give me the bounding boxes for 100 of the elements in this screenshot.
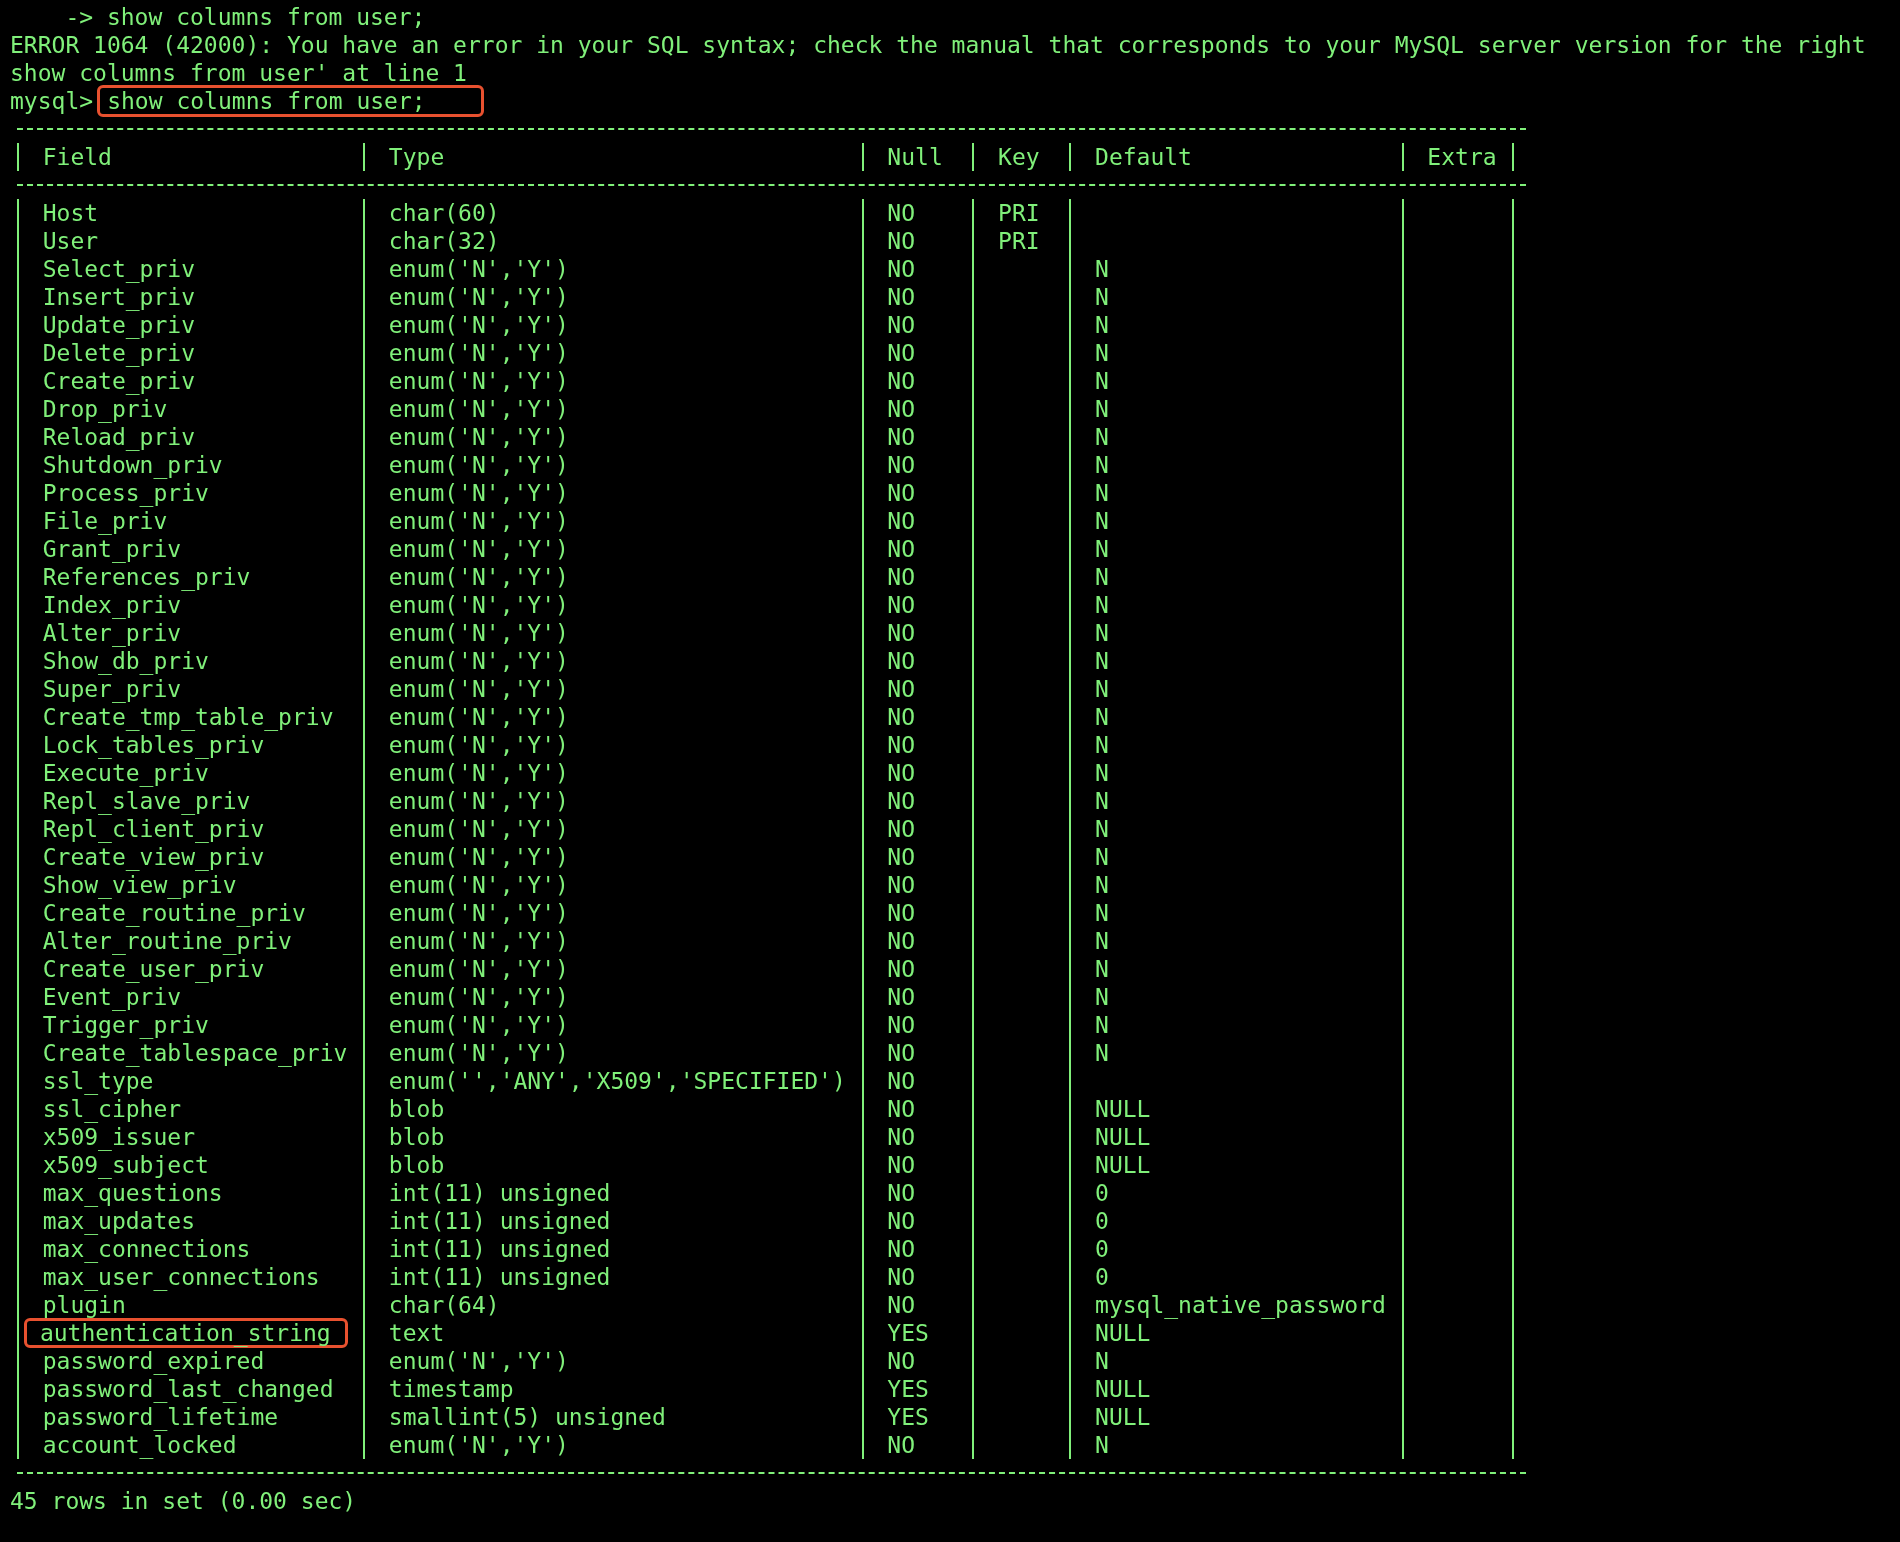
table-cell-text: N [1094, 395, 1110, 424]
table-cell-text: ssl_cipher [41, 1095, 183, 1124]
terminal-line: show columns from user' at line 1 [10, 59, 467, 87]
table-cell-text: NULL [1094, 1123, 1152, 1152]
table-cell-text: PRI [997, 227, 1041, 256]
table-cell-text: 0 [1094, 1263, 1110, 1292]
table-cell-text: NO [886, 955, 917, 984]
table-cell-text: N [1094, 619, 1110, 648]
table-cell-text: enum('N','Y') [387, 731, 570, 760]
table-cell-text: NO [886, 899, 917, 928]
table-cell-text: enum('','ANY','X509','SPECIFIED') [387, 1067, 847, 1096]
table-cell-text: N [1094, 255, 1110, 284]
table-cell-text: enum('N','Y') [387, 619, 570, 648]
table-cell-text: References_priv [41, 563, 252, 592]
table-cell-text: enum('N','Y') [387, 367, 570, 396]
table-cell-text: N [1094, 507, 1110, 536]
table-cell-text: N [1094, 311, 1110, 340]
table-cell-text: Create_tablespace_priv [41, 1039, 349, 1068]
table-cell-text: NO [886, 1067, 917, 1096]
table-cell-text: enum('N','Y') [387, 1039, 570, 1068]
table-cell-text: char(64) [387, 1291, 501, 1320]
table-cell-text: Execute_priv [41, 759, 210, 788]
table-cell-text: blob [387, 1095, 446, 1124]
table-cell-text: smallint(5) unsigned [387, 1403, 667, 1432]
table-cell-text: timestamp [387, 1375, 515, 1404]
table-cell-text: Delete_priv [41, 339, 196, 368]
table-cell-text: N [1094, 927, 1110, 956]
table-cell-text: Create_tmp_table_priv [41, 703, 335, 732]
column-header: Type [387, 143, 446, 172]
table-cell-text: enum('N','Y') [387, 507, 570, 536]
table-cell-text: N [1094, 675, 1110, 704]
table-cell-text: NO [886, 815, 917, 844]
table-cell-text: enum('N','Y') [387, 843, 570, 872]
table-cell-text: Repl_slave_priv [41, 787, 252, 816]
table-cell-text: Trigger_priv [41, 1011, 210, 1040]
table-cell-text: enum('N','Y') [387, 479, 570, 508]
table-cell-text: enum('N','Y') [387, 395, 570, 424]
table-cell-text: x509_subject [41, 1151, 210, 1180]
table-cell-text: enum('N','Y') [387, 899, 570, 928]
table-cell-text: int(11) unsigned [387, 1235, 612, 1264]
command-text: show columns from user; [97, 85, 485, 117]
table-cell-text: NO [886, 619, 917, 648]
table-cell-text: Event_priv [41, 983, 183, 1012]
table-cell-text: enum('N','Y') [387, 1011, 570, 1040]
table-cell: authentication_string [24, 1318, 348, 1348]
table-cell-text: enum('N','Y') [387, 927, 570, 956]
table-cell-text: Grant_priv [41, 535, 183, 564]
table-cell-text: NO [886, 1235, 917, 1264]
table-cell-text: NO [886, 1095, 917, 1124]
table-cell-text: NO [886, 871, 917, 900]
table-cell-text: int(11) unsigned [387, 1179, 612, 1208]
table-cell-text: NULL [1094, 1403, 1152, 1432]
table-cell-text: YES [886, 1375, 930, 1404]
table-cell-text: Create_user_priv [41, 955, 266, 984]
table-cell-text: YES [886, 1403, 930, 1432]
table-cell-text: mysql_native_password [1094, 1291, 1387, 1320]
table-cell-text: Create_routine_priv [41, 899, 307, 928]
table-cell-text: N [1094, 1347, 1110, 1376]
table-cell-text: N [1094, 451, 1110, 480]
table-cell-text: Create_view_priv [41, 843, 266, 872]
table-cell-text: blob [387, 1123, 446, 1152]
table-cell-text: max_connections [41, 1235, 252, 1264]
prompt: mysql> [10, 87, 94, 115]
table-cell-text: N [1094, 955, 1110, 984]
table-cell-text: N [1094, 283, 1110, 312]
table-cell-text: N [1094, 787, 1110, 816]
table-cell-text: YES [886, 1319, 930, 1348]
table-cell-text: NO [886, 283, 917, 312]
table-cell-text: enum('N','Y') [387, 815, 570, 844]
table-cell-text: NO [886, 227, 917, 256]
table-cell-text: NO [886, 535, 917, 564]
table-cell-text: N [1094, 815, 1110, 844]
table-cell-text: NO [886, 843, 917, 872]
table-cell-text: N [1094, 423, 1110, 452]
table-cell-text: enum('N','Y') [387, 1347, 570, 1376]
table-cell-text: NO [886, 983, 917, 1012]
table-cell-text: NO [886, 1039, 917, 1068]
result-summary: 45 rows in set (0.00 sec) [10, 1487, 357, 1515]
column-header: Null [886, 143, 944, 172]
table-cell-text: enum('N','Y') [387, 283, 570, 312]
table-cell-text: File_priv [41, 507, 169, 536]
table-cell-text: Drop_priv [41, 395, 169, 424]
table-cell-text: Update_priv [41, 311, 196, 340]
table-cell-text: Super_priv [41, 675, 183, 704]
table-cell-text: Lock_tables_priv [41, 731, 266, 760]
table-cell-text: NO [886, 759, 917, 788]
table-cell-text: NO [886, 647, 917, 676]
table-cell-text: N [1094, 1011, 1110, 1040]
table-cell-text: N [1094, 367, 1110, 396]
table-cell-text: N [1094, 843, 1110, 872]
table-cell-text: int(11) unsigned [387, 1263, 612, 1292]
table-cell-text: ssl_type [41, 1067, 155, 1096]
column-header: Field [41, 143, 113, 172]
table-cell-text: enum('N','Y') [387, 759, 570, 788]
table-cell-text: max_questions [41, 1179, 224, 1208]
table-cell-text: NO [886, 451, 917, 480]
table-cell-text: 0 [1094, 1179, 1110, 1208]
table-cell-text: enum('N','Y') [387, 339, 570, 368]
table-cell-text: Reload_priv [41, 423, 196, 452]
table-cell-text: enum('N','Y') [387, 983, 570, 1012]
